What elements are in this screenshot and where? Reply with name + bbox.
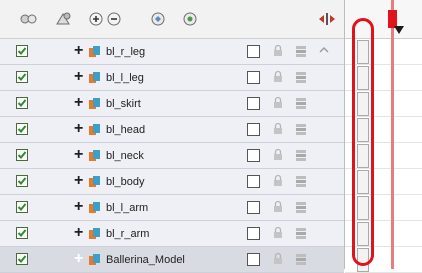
layer-name[interactable]: bl_head	[106, 123, 145, 137]
layer-name[interactable]: bl_r_arm	[106, 227, 149, 241]
layer-enable-checkbox[interactable]	[16, 45, 28, 57]
add-remove-layer-icon[interactable]	[88, 10, 124, 28]
layer-stack-icon[interactable]	[295, 149, 307, 162]
playhead-marker-icon	[394, 26, 404, 34]
layer-enable-checkbox[interactable]	[16, 97, 28, 109]
layer-stack-icon[interactable]	[295, 97, 307, 110]
drawing-layer-icon	[88, 201, 102, 215]
layer-color-swatch[interactable]	[247, 253, 260, 266]
layer-stack-icon[interactable]	[295, 175, 307, 188]
layer-name[interactable]: Ballerina_Model	[106, 253, 185, 267]
checkmark-icon	[17, 47, 27, 55]
layer-row[interactable]: + bl_l_arm	[0, 195, 344, 221]
layer-color-swatch[interactable]	[247, 149, 260, 162]
expand-plus-icon[interactable]: +	[74, 251, 83, 267]
layer-name[interactable]: bl_skirt	[106, 97, 141, 111]
layer-color-swatch[interactable]	[247, 123, 260, 136]
layer-toolbar	[0, 0, 344, 39]
expand-plus-icon[interactable]: +	[74, 121, 83, 137]
layer-stack-icon[interactable]	[295, 123, 307, 136]
lock-icon[interactable]	[273, 96, 283, 110]
highlight-annotation	[352, 18, 374, 266]
lock-icon[interactable]	[273, 44, 283, 58]
expand-plus-icon[interactable]: +	[74, 95, 83, 111]
expand-plus-icon[interactable]: +	[74, 147, 83, 163]
layer-name[interactable]: bl_r_leg	[106, 45, 145, 59]
layer-stack-icon[interactable]	[295, 201, 307, 214]
checkmark-icon	[17, 203, 27, 211]
drawing-layer-icon	[88, 175, 102, 189]
layer-name[interactable]: bl_l_arm	[106, 201, 148, 215]
lock-icon[interactable]	[273, 70, 283, 84]
timeline-panel: + bl_r_leg + bl_l_leg + bl_skirt + bl_he…	[0, 0, 422, 273]
lock-icon[interactable]	[273, 148, 283, 162]
layer-stack-icon[interactable]	[295, 45, 307, 58]
layer-color-swatch[interactable]	[247, 45, 260, 58]
drawing-layer-icon	[88, 123, 102, 137]
checkmark-icon	[17, 73, 27, 81]
layer-enable-checkbox[interactable]	[16, 175, 28, 187]
layer-row[interactable]: + bl_body	[0, 169, 344, 195]
drawing-layer-icon	[88, 149, 102, 163]
drawing-layer-icon	[88, 97, 102, 111]
layer-color-swatch[interactable]	[247, 201, 260, 214]
lock-icon[interactable]	[273, 200, 283, 214]
layer-row[interactable]: + bl_r_arm	[0, 221, 344, 247]
layer-name[interactable]: bl_l_leg	[106, 71, 144, 85]
layer-row[interactable]: + bl_l_leg	[0, 65, 344, 91]
drawing-layer-icon	[88, 253, 102, 267]
checkmark-icon	[17, 151, 27, 159]
checkmark-icon	[17, 177, 27, 185]
expand-plus-icon[interactable]: +	[74, 173, 83, 189]
layer-properties-icon[interactable]	[148, 10, 168, 28]
expand-plus-icon[interactable]: +	[74, 225, 83, 241]
layer-enable-checkbox[interactable]	[16, 201, 28, 213]
lock-icon[interactable]	[273, 226, 283, 240]
layer-stack-icon[interactable]	[295, 253, 307, 266]
drawing-layer-icon	[88, 45, 102, 59]
playhead-line[interactable]	[391, 0, 394, 269]
expand-plus-icon[interactable]: +	[74, 199, 83, 215]
drawing-layer-icon	[88, 71, 102, 85]
timeline-zoom-icon[interactable]	[318, 10, 336, 28]
checkmark-icon	[17, 255, 27, 263]
layer-row[interactable]: + Ballerina_Model	[0, 247, 344, 273]
layer-row[interactable]: + bl_neck	[0, 143, 344, 169]
lock-icon[interactable]	[273, 122, 283, 136]
layer-stack-icon[interactable]	[295, 71, 307, 84]
checkmark-icon	[17, 99, 27, 107]
layer-color-swatch[interactable]	[247, 227, 260, 240]
layer-enable-checkbox[interactable]	[16, 123, 28, 135]
lock-icon[interactable]	[273, 174, 283, 188]
layer-color-swatch[interactable]	[247, 97, 260, 110]
expand-plus-icon[interactable]: +	[74, 69, 83, 85]
layer-enable-checkbox[interactable]	[16, 253, 28, 265]
layer-enable-checkbox[interactable]	[16, 149, 28, 161]
motion-keyframe-icon[interactable]	[180, 10, 200, 28]
scroll-up-arrow-icon[interactable]	[319, 42, 329, 53]
drawing-layer-icon	[88, 227, 102, 241]
lock-icon[interactable]	[273, 252, 283, 266]
layer-enable-checkbox[interactable]	[16, 71, 28, 83]
layer-row[interactable]: + bl_r_leg	[0, 39, 344, 65]
layer-enable-checkbox[interactable]	[16, 227, 28, 239]
layer-color-swatch[interactable]	[247, 175, 260, 188]
layer-row[interactable]: + bl_head	[0, 117, 344, 143]
layer-color-swatch[interactable]	[247, 71, 260, 84]
layer-row[interactable]: + bl_skirt	[0, 91, 344, 117]
add-drawing-layer-icon[interactable]	[20, 10, 38, 28]
checkmark-icon	[17, 125, 27, 133]
checkmark-icon	[17, 229, 27, 237]
layer-name[interactable]: bl_neck	[106, 149, 144, 163]
layer-name[interactable]: bl_body	[106, 175, 145, 189]
expand-plus-icon[interactable]: +	[74, 43, 83, 59]
add-peg-layer-icon[interactable]	[54, 10, 72, 28]
layer-stack-icon[interactable]	[295, 227, 307, 240]
